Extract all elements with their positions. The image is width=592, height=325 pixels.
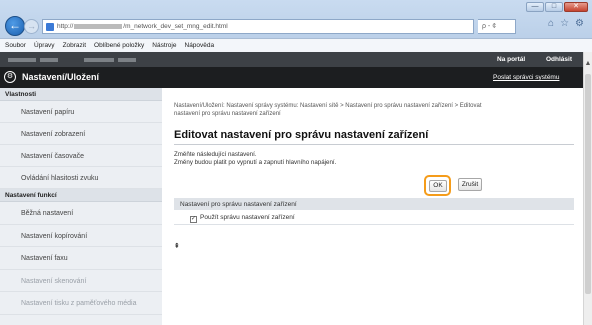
address-bar[interactable]: http:// /m_network_dev_set_mng_edit.html bbox=[42, 19, 474, 34]
maximize-button[interactable]: □ bbox=[545, 2, 563, 12]
sidebar-section-title: Nastavení funkcí bbox=[0, 189, 162, 202]
ok-button[interactable]: OK bbox=[429, 180, 447, 192]
ok-highlight: OK bbox=[424, 175, 451, 196]
breadcrumb-line: nastavení pro správu nastavení zařízení bbox=[174, 111, 281, 117]
settings-home-icon[interactable]: ⚙ bbox=[4, 71, 16, 83]
sidebar-item-copy[interactable]: Nastavení kopírování bbox=[0, 225, 162, 247]
mail-admin-link[interactable]: Poslat správci systému bbox=[493, 74, 559, 81]
menu-favorites[interactable]: Oblíbené položky bbox=[94, 42, 144, 49]
window-controls: — □ ✕ bbox=[526, 2, 588, 12]
section-heading: Nastavení pro správu nastavení zařízení bbox=[174, 198, 574, 210]
sidebar-item-display[interactable]: Nastavení zobrazení bbox=[0, 123, 162, 145]
scroll-up-arrow-icon[interactable]: ▲ bbox=[584, 60, 592, 68]
forward-button[interactable]: → bbox=[24, 19, 39, 34]
page-icon bbox=[46, 23, 54, 31]
address-tools[interactable]: ρ - ¢ bbox=[478, 19, 516, 34]
menu-bar: Soubor Úpravy Zobrazit Oblíbené položky … bbox=[0, 38, 592, 52]
sidebar-item-fax[interactable]: Nastavení faxu bbox=[0, 247, 162, 270]
menu-help[interactable]: Nápověda bbox=[185, 42, 215, 49]
back-arrow-icon: ← bbox=[9, 18, 21, 32]
toolbar-icons: ⌂ ☆ ⚙ bbox=[548, 18, 584, 29]
title-bar: ⚙ Nastavení/Uložení Poslat správci systé… bbox=[0, 67, 583, 88]
instructions: Změňte následující nastavení. Změny budo… bbox=[174, 151, 574, 181]
sidebar: Vlastnosti Nastavení papíru Nastavení zo… bbox=[0, 88, 162, 325]
sidebar-item-volume[interactable]: Ovládání hlasitosti zvuku bbox=[0, 167, 162, 189]
home-icon[interactable]: ⌂ bbox=[548, 18, 554, 29]
menu-tools[interactable]: Nástroje bbox=[152, 42, 176, 49]
checkbox-row: ✓ Použít správu nastavení zařízení bbox=[174, 210, 574, 225]
title-divider bbox=[174, 144, 574, 145]
instruction-text: Změny budou platit po vypnutí a zapnutí … bbox=[174, 159, 337, 166]
close-button[interactable]: ✕ bbox=[564, 2, 588, 12]
content-title: Editovat nastavení pro správu nastavení … bbox=[174, 129, 429, 141]
redacted-device-name bbox=[118, 58, 136, 62]
back-button[interactable]: ← bbox=[5, 16, 25, 36]
redacted-host bbox=[74, 23, 123, 29]
menu-view[interactable]: Zobrazit bbox=[63, 42, 86, 49]
menu-edit[interactable]: Úpravy bbox=[34, 42, 55, 49]
address-prefix: http:// bbox=[57, 23, 74, 30]
sidebar-item-timer[interactable]: Nastavení časovače bbox=[0, 145, 162, 167]
browser-chrome: — □ ✕ ← → http:// /m_network_dev_set_mng_… bbox=[0, 0, 592, 52]
scroll-thumb[interactable] bbox=[585, 74, 591, 294]
forward-arrow-icon: → bbox=[27, 21, 36, 31]
menu-file[interactable]: Soubor bbox=[5, 42, 26, 49]
breadcrumb: Nastavení/Uložení: Nastavení správy syst… bbox=[174, 102, 574, 118]
sidebar-item-scan[interactable]: Nastavení skenování bbox=[0, 270, 162, 292]
sidebar-item-common[interactable]: Běžná nastavení bbox=[0, 202, 162, 225]
breadcrumb-line[interactable]: Nastavení/Uložení: Nastavení správy syst… bbox=[174, 102, 574, 110]
back-to-top-icon[interactable]: ⇞ bbox=[174, 242, 180, 250]
header-strip: Na portál Odhlásit bbox=[0, 52, 583, 67]
logout-link[interactable]: Odhlásit bbox=[546, 56, 572, 63]
device-management-checkbox[interactable]: ✓ bbox=[190, 216, 197, 223]
page-scrollbar[interactable]: ▲ bbox=[583, 52, 592, 325]
redacted-device-name bbox=[8, 58, 36, 62]
address-path: /m_network_dev_set_mng_edit.html bbox=[123, 23, 228, 30]
redacted-device-name bbox=[40, 58, 58, 62]
sidebar-section-title: Vlastnosti bbox=[0, 88, 162, 101]
favorites-star-icon[interactable]: ☆ bbox=[560, 18, 569, 29]
portal-link[interactable]: Na portál bbox=[497, 56, 525, 63]
instruction-text: Změňte následující nastavení. bbox=[174, 151, 257, 158]
settings-section: Nastavení pro správu nastavení zařízení … bbox=[174, 198, 574, 236]
cancel-button[interactable]: Zrušit bbox=[458, 178, 482, 191]
minimize-button[interactable]: — bbox=[526, 2, 544, 12]
sidebar-item-paper[interactable]: Nastavení papíru bbox=[0, 101, 162, 123]
gear-icon[interactable]: ⚙ bbox=[575, 18, 584, 29]
page-title: Nastavení/Uložení bbox=[22, 72, 100, 82]
redacted-device-name bbox=[84, 58, 114, 62]
checkbox-label[interactable]: Použít správu nastavení zařízení bbox=[200, 214, 295, 221]
sidebar-item-media-print[interactable]: Nastavení tisku z paměťového média bbox=[0, 292, 162, 315]
